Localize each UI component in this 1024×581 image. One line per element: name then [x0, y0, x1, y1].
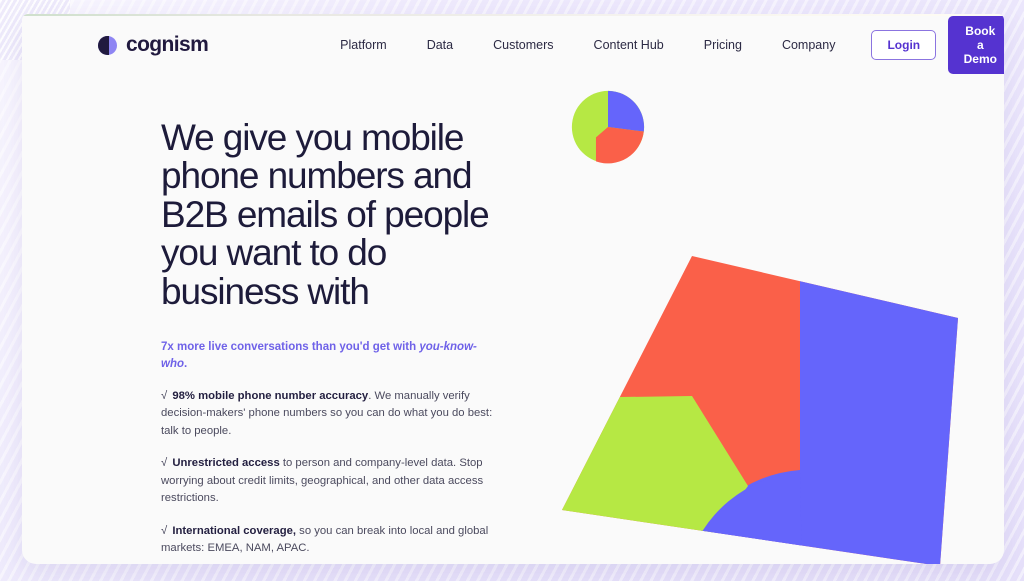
- benefit-lead: Unrestricted access: [172, 457, 280, 470]
- abstract-block-graphic-icon: [552, 250, 972, 564]
- benefit-item-access: √ Unrestricted access to person and comp…: [161, 455, 501, 508]
- nav-item-customers[interactable]: Customers: [473, 32, 573, 58]
- check-icon: √: [161, 524, 168, 537]
- nav-item-content-hub[interactable]: Content Hub: [574, 32, 684, 58]
- check-icon: √: [161, 389, 168, 402]
- hero-section: We give you mobile phone numbers and B2B…: [161, 117, 501, 564]
- page-title: We give you mobile phone numbers and B2B…: [161, 117, 490, 312]
- benefit-item-accuracy: √ 98% mobile phone number accuracy. We m…: [161, 388, 501, 441]
- pie-chart-graphic-icon: [565, 84, 651, 170]
- brand-wordmark: cognism: [126, 33, 209, 56]
- header-actions: Login Book a Demo: [871, 16, 1004, 74]
- site-header: cognism Platform Data Customers Content …: [22, 14, 1004, 76]
- nav-item-data[interactable]: Data: [407, 32, 473, 58]
- hero-subheading-suffix: .: [184, 358, 188, 371]
- hero-subheading-prefix: 7x more live conversations than you'd ge…: [161, 341, 420, 354]
- hero-subheading: 7x more live conversations than you'd ge…: [161, 339, 501, 372]
- brand-logo-link[interactable]: cognism: [98, 33, 209, 57]
- check-icon: √: [161, 457, 168, 470]
- benefit-lead: 98% mobile phone number accuracy: [172, 389, 369, 402]
- benefit-lead: International coverage,: [172, 524, 297, 537]
- website-card: cognism Platform Data Customers Content …: [22, 14, 1004, 564]
- login-button[interactable]: Login: [871, 30, 937, 60]
- nav-item-company[interactable]: Company: [762, 32, 856, 58]
- book-a-demo-button[interactable]: Book a Demo: [948, 16, 1004, 74]
- main-navigation: Platform Data Customers Content Hub Pric…: [320, 32, 855, 58]
- cognism-circle-mark-icon: [98, 35, 117, 55]
- benefit-item-coverage: √ International coverage, so you can bre…: [161, 523, 501, 558]
- nav-item-pricing[interactable]: Pricing: [684, 32, 762, 58]
- nav-item-platform[interactable]: Platform: [320, 32, 407, 58]
